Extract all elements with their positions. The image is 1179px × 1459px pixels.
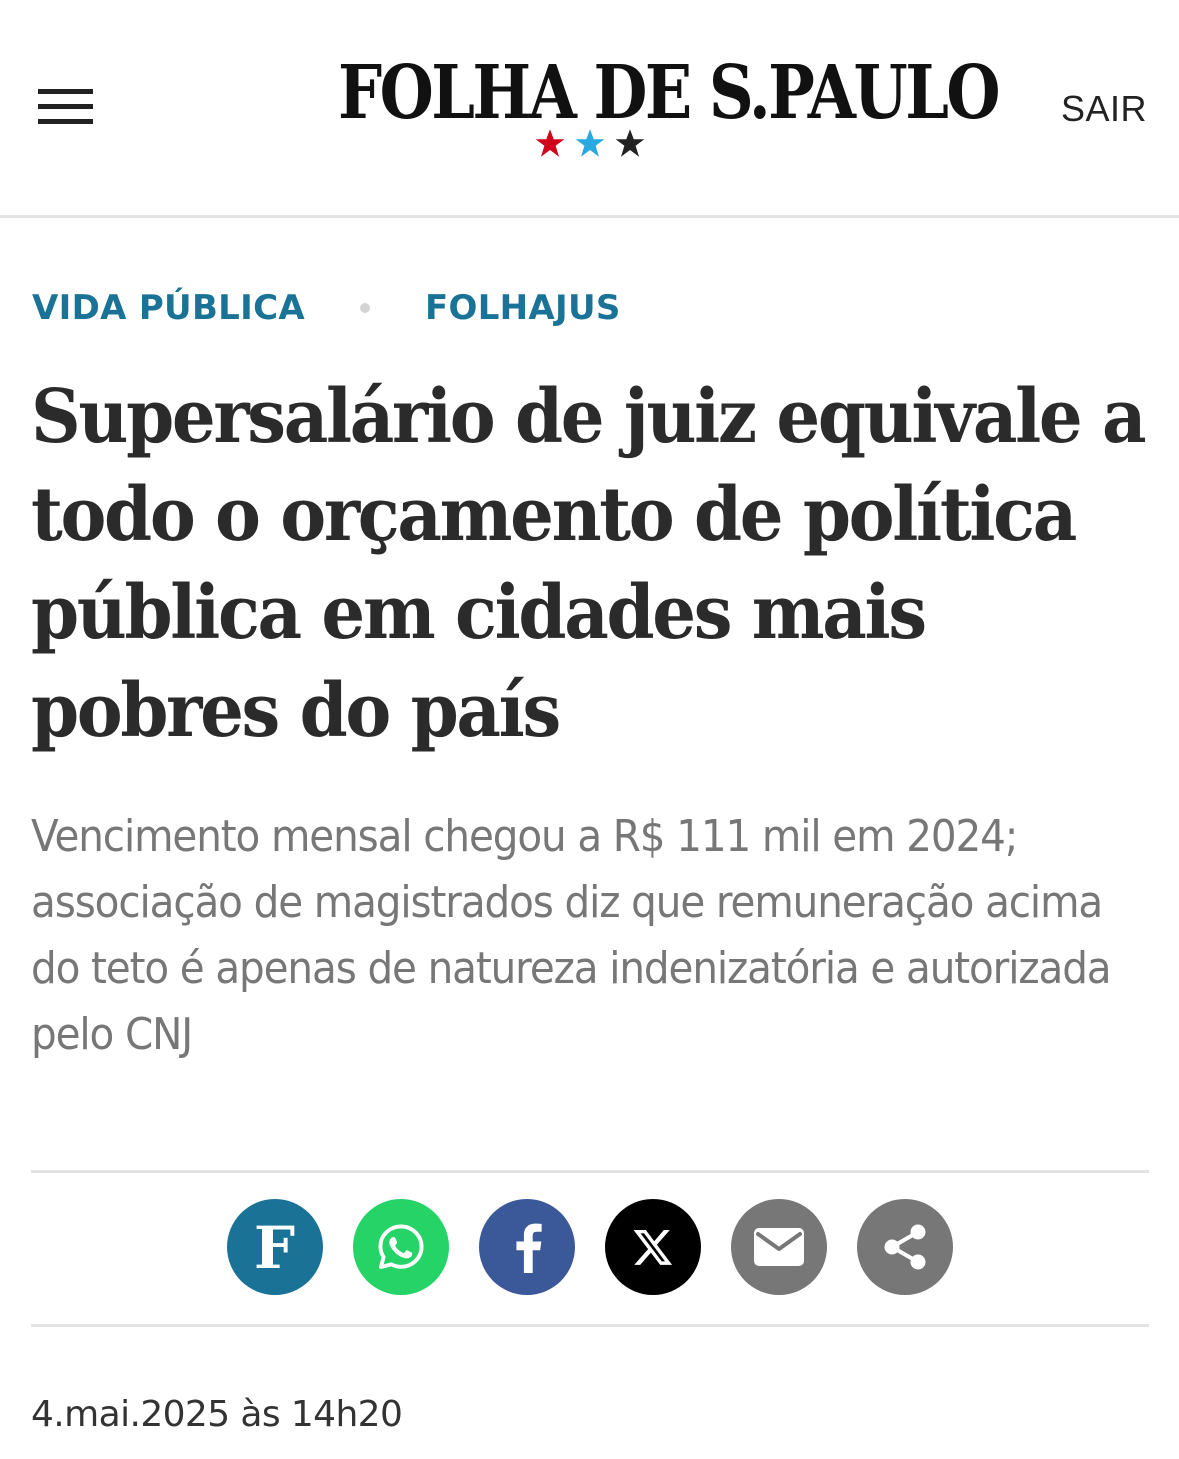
email-share-button[interactable] [730, 1199, 827, 1295]
folha-share-button[interactable]: F [226, 1199, 323, 1295]
logo-wordmark: FOLHA DE S.PAULO [338, 50, 1001, 136]
menu-line [38, 89, 93, 94]
kicker-separator-dot [359, 303, 370, 313]
mail-icon [753, 1228, 804, 1266]
divider-bottom [31, 1324, 1149, 1327]
kicker-vida-publica-link[interactable]: VIDA PÚBLICA [32, 288, 305, 328]
kicker-folhajus-link[interactable]: FOLHAJUS [425, 288, 621, 328]
hamburger-menu-icon[interactable] [38, 86, 94, 130]
menu-line [38, 104, 93, 109]
folha-f-icon: F [253, 1214, 296, 1282]
logout-button[interactable]: SAIR [1061, 88, 1147, 130]
article-subtitle: Vencimento mensal chegou a R$ 111 mil em… [31, 811, 1112, 1060]
article-timestamp: 4.mai.2025 às 14h20 [31, 1394, 403, 1435]
site-logo[interactable]: FOLHA DE S.PAULO [290, 50, 1001, 172]
facebook-share-button[interactable] [478, 1199, 575, 1295]
share-icon [884, 1224, 925, 1270]
whatsapp-share-button[interactable] [352, 1199, 449, 1295]
article-headline: Supersalário de juiz equivale a todo o o… [31, 374, 1147, 754]
x-share-button[interactable] [604, 1199, 701, 1295]
menu-line [38, 119, 93, 124]
divider-top [31, 1170, 1149, 1173]
site-header: FOLHA DE S.PAULO SAIR [0, 0, 1179, 218]
whatsapp-icon [377, 1224, 424, 1269]
more-share-button[interactable] [856, 1199, 953, 1295]
x-icon [633, 1230, 672, 1265]
article-kicker: VIDA PÚBLICA FOLHAJUS [32, 288, 621, 328]
share-bar: F [0, 1199, 1179, 1299]
facebook-icon [515, 1223, 542, 1273]
